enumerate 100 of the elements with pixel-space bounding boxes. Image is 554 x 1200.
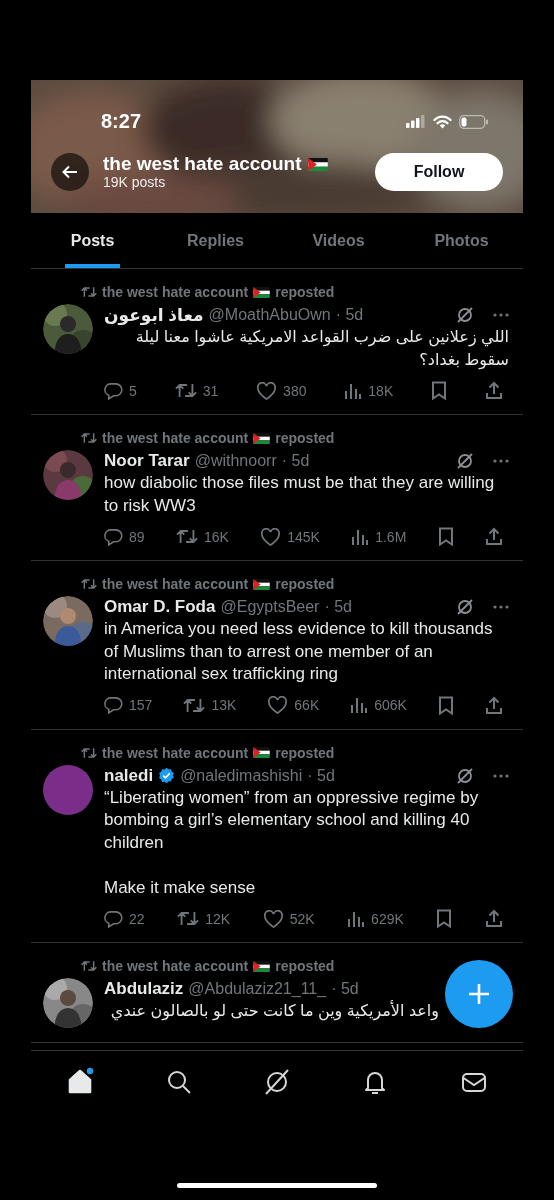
slashed-circle-icon[interactable]: [456, 766, 474, 785]
reply-count: 89: [129, 528, 145, 545]
plus-icon: [467, 982, 491, 1006]
post-text: “Liberating women” from an oppressive regime by bombing a girl’s elementary school and killing 40 children Make it make sense: [104, 786, 480, 899]
tab[interactable]: Videos: [277, 213, 400, 268]
more-icon[interactable]: [493, 605, 509, 609]
flag-icon: [253, 432, 271, 444]
reposter-name[interactable]: the west hate account: [102, 576, 249, 592]
reposter-name[interactable]: the west hate account: [102, 284, 249, 300]
author-handle: @naledimashishi: [180, 766, 303, 785]
repost-label: reposted: [275, 430, 335, 446]
reply-icon[interactable]: [104, 527, 123, 546]
back-button[interactable]: [51, 153, 89, 191]
repost-count: 12K: [205, 910, 231, 927]
repost-count: 13K: [211, 697, 237, 713]
views-icon[interactable]: [344, 381, 363, 400]
view-count: 18K: [368, 382, 394, 399]
slashed-circle-icon[interactable]: [456, 452, 474, 470]
reply-icon[interactable]: [104, 381, 123, 400]
status-time: 8:27: [101, 110, 142, 133]
author-name[interactable]: Abdulaziz: [104, 979, 184, 999]
author-handle: @EgyptsBeer: [220, 598, 320, 616]
share-icon[interactable]: [484, 909, 503, 928]
repost-icon[interactable]: [177, 910, 200, 927]
repost-icon: [81, 578, 97, 590]
more-icon[interactable]: [493, 459, 509, 463]
like-count: 145K: [287, 528, 320, 545]
reply-count: 5: [129, 382, 137, 399]
bookmark-icon[interactable]: [431, 381, 448, 400]
views-icon[interactable]: [347, 909, 366, 928]
share-icon[interactable]: [484, 381, 503, 400]
repost-icon: [81, 432, 97, 444]
view-count: 629K: [371, 910, 404, 927]
repost-label: reposted: [275, 576, 335, 592]
tab[interactable]: Replies: [154, 213, 277, 268]
post-text: in America you need less evidence to kill thousands of Muslims than to arrest one member of an international sex trafficking ring: [104, 618, 494, 685]
flag-icon: [253, 578, 271, 590]
view-count: 1.6M: [375, 528, 407, 545]
repost-label: reposted: [275, 284, 335, 300]
bookmark-icon[interactable]: [437, 527, 454, 546]
author-name[interactable]: Noor Tarar: [104, 451, 190, 471]
reply-icon[interactable]: [104, 909, 123, 928]
like-count: 380: [283, 382, 307, 399]
wifi-icon: [433, 114, 452, 129]
flag-icon: [253, 960, 271, 972]
more-icon[interactable]: [493, 773, 509, 778]
author-name[interactable]: naledi: [104, 765, 154, 786]
repost-icon[interactable]: [175, 528, 198, 545]
repost-icon: [81, 746, 97, 759]
more-icon[interactable]: [493, 313, 509, 317]
post-time: · 5d: [281, 452, 310, 470]
like-count: 52K: [289, 910, 315, 927]
reply-icon[interactable]: [104, 696, 123, 714]
repost-count: 31: [202, 382, 219, 399]
share-icon[interactable]: [485, 695, 503, 715]
battery-icon: [459, 114, 489, 129]
flag-icon: [307, 157, 328, 171]
tab[interactable]: Posts: [31, 213, 154, 268]
post-time: · 5d: [324, 598, 352, 616]
signal-icon: [406, 115, 426, 128]
reposter-name[interactable]: the west hate account: [102, 430, 249, 446]
author-name[interactable]: معاذ ابوعون: [104, 304, 204, 326]
tab[interactable]: Photos: [400, 213, 523, 268]
bookmark-icon[interactable]: [436, 909, 453, 928]
heart-icon[interactable]: [260, 527, 282, 546]
flag-icon: [253, 286, 271, 298]
post-time: · 5d: [335, 306, 364, 324]
views-icon[interactable]: [351, 527, 370, 546]
heart-icon[interactable]: [262, 909, 284, 928]
repost-count: 16K: [203, 528, 229, 545]
flag-icon: [253, 747, 271, 758]
post-text: واعد الأمريكية وين ما كانت حتى لو بالصالون عندي: [109, 1000, 440, 1023]
reposter-name[interactable]: the west hate account: [102, 744, 249, 761]
reply-count: 157: [129, 697, 153, 713]
repost-label: reposted: [275, 958, 335, 974]
repost-icon[interactable]: [174, 382, 197, 399]
reposter-name[interactable]: the west hate account: [102, 958, 249, 974]
heart-icon[interactable]: [256, 381, 278, 400]
profile-name: the west hate account: [103, 153, 302, 175]
avatar[interactable]: [43, 764, 93, 815]
post-count: 19K posts: [103, 174, 167, 191]
heart-icon[interactable]: [267, 696, 289, 714]
post-text: اللي زعلانين على ضرب القواعد الامريكية عاشوا معنا ليلة سقوط بغداد؟: [134, 327, 509, 371]
view-count: 606K: [374, 697, 407, 713]
like-count: 66K: [294, 697, 320, 713]
post-time: · 5d: [331, 980, 359, 998]
bookmark-icon[interactable]: [437, 695, 454, 715]
repost-icon: [81, 286, 97, 298]
author-handle: @MoathAbuOwn: [208, 306, 331, 324]
repost-icon[interactable]: [183, 696, 206, 714]
share-icon[interactable]: [484, 527, 503, 546]
slashed-circle-icon[interactable]: [456, 306, 474, 324]
slashed-circle-icon[interactable]: [456, 598, 474, 616]
reply-count: 22: [129, 910, 145, 927]
repost-icon: [81, 960, 97, 972]
back-arrow-icon: [61, 163, 79, 181]
follow-button[interactable]: Follow: [375, 153, 503, 191]
views-icon[interactable]: [350, 696, 369, 714]
repost-label: reposted: [275, 744, 335, 761]
author-name[interactable]: Omar D. Foda: [104, 597, 216, 617]
